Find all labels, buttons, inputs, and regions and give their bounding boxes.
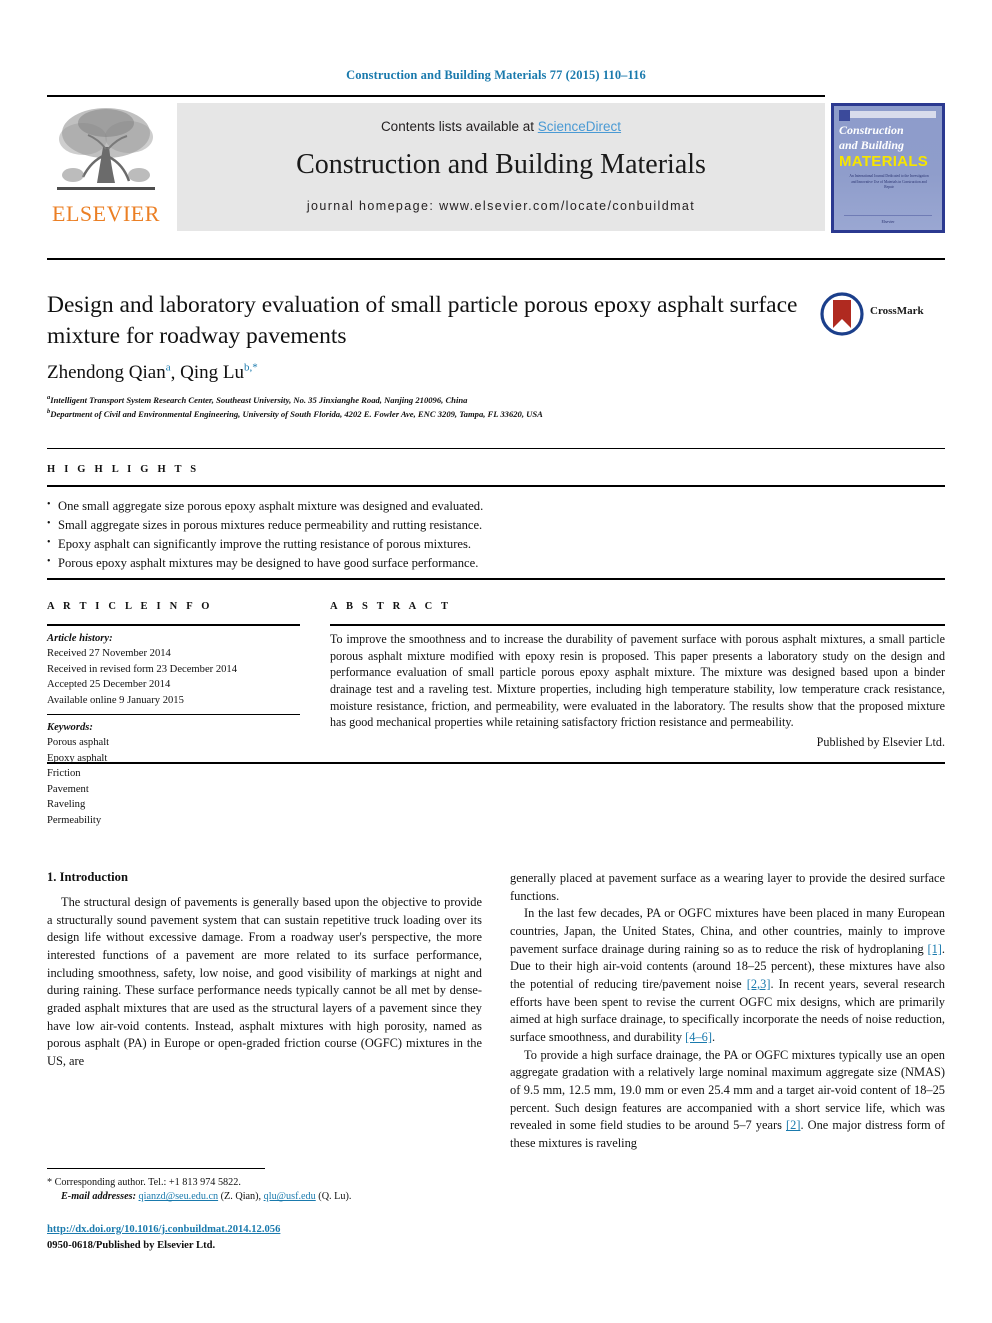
crossmark-icon xyxy=(820,292,864,336)
keywords-rule xyxy=(47,714,300,715)
article-info-rule xyxy=(47,624,300,626)
corresponding-author-line: * Corresponding author. Tel.: +1 813 974… xyxy=(47,1176,487,1190)
cover-top-bar xyxy=(840,111,936,118)
abstract-published-by: Published by Elsevier Ltd. xyxy=(816,735,945,749)
paragraph-part: . xyxy=(712,1030,716,1045)
author-list: Zhendong Qiana, Qing Lub,* xyxy=(47,362,258,384)
author-2: Qing Lub,* xyxy=(180,362,258,384)
article-info-heading: A R T I C L E I N F O xyxy=(47,601,213,612)
affiliation-a-text: Intelligent Transport System Research Ce… xyxy=(50,394,468,405)
email-line: E-mail addresses: qianzd@seu.edu.cn (Z. … xyxy=(47,1190,487,1204)
article-history: Article history: Received 27 November 20… xyxy=(47,631,312,708)
article-history-label: Article history: xyxy=(47,633,113,644)
list-item: Porous epoxy asphalt mixtures may be des… xyxy=(47,554,747,573)
paragraph: To provide a high surface drainage, the … xyxy=(510,1047,945,1153)
citation-ref-4-6[interactable]: [4–6] xyxy=(685,1030,712,1044)
abstract-bottom-rule xyxy=(47,762,945,764)
running-header: Construction and Building Materials 77 (… xyxy=(346,68,646,82)
doi-link[interactable]: http://dx.doi.org/10.1016/j.conbuildmat.… xyxy=(47,1224,280,1235)
abstract-rule xyxy=(330,624,945,626)
journal-homepage[interactable]: journal homepage: www.elsevier.com/locat… xyxy=(177,199,825,213)
contents-prefix: Contents lists available at xyxy=(380,119,538,134)
citation-ref-2-3[interactable]: [2,3] xyxy=(747,977,771,991)
article-history-item: Accepted 25 December 2014 xyxy=(47,679,171,691)
article-history-item: Received in revised form 23 December 201… xyxy=(47,663,238,675)
title-rule xyxy=(47,258,945,260)
keywords-block: Keywords: Porous asphalt Epoxy asphalt F… xyxy=(47,720,312,828)
paragraph: In the last few decades, PA or OGFC mixt… xyxy=(510,905,945,1046)
abstract-heading: A B S T R A C T xyxy=(330,601,452,612)
affiliation-b-text: Department of Civil and Environmental En… xyxy=(50,408,543,419)
cover-footer: Elsevier xyxy=(844,215,932,224)
keyword-item: Pavement xyxy=(47,783,89,795)
email-link-qian[interactable]: qianzd@seu.edu.cn xyxy=(139,1191,219,1202)
email-separator: , xyxy=(258,1191,262,1203)
article-history-item: Received 27 November 2014 xyxy=(47,648,171,660)
keywords-label: Keywords: xyxy=(47,722,93,733)
corresponding-author-note: * Corresponding author. Tel.: +1 813 974… xyxy=(47,1176,487,1205)
elsevier-wordmark: ELSEVIER xyxy=(52,201,160,226)
cover-line-2: and Building xyxy=(839,138,905,152)
journal-masthead: ELSEVIER Contents lists available at Sci… xyxy=(47,95,945,237)
keyword-item: Porous asphalt xyxy=(47,737,110,749)
highlights-list: One small aggregate size porous epoxy as… xyxy=(47,496,747,574)
elsevier-tree-icon xyxy=(57,108,155,190)
cover-line-1: Construction xyxy=(839,123,904,137)
corresponding-author-mark: * xyxy=(47,1177,53,1188)
keyword-item: Permeability xyxy=(47,814,102,826)
list-item: One small aggregate size porous epoxy as… xyxy=(47,496,747,516)
journal-cover-thumbnail: Construction and Building MATERIALS An I… xyxy=(831,103,945,233)
email-label: E-mail addresses: xyxy=(61,1191,136,1203)
body-column-left: The structural design of pavements is ge… xyxy=(47,894,482,1071)
page-title: Design and laboratory evaluation of smal… xyxy=(47,292,798,350)
elsevier-logo: ELSEVIER xyxy=(47,103,165,231)
cover-publisher-mark xyxy=(839,110,850,121)
affiliation-b: bDepartment of Civil and Environmental E… xyxy=(47,408,847,419)
paragraph: The structural design of pavements is ge… xyxy=(47,895,482,1069)
masthead-panel: Contents lists available at ScienceDirec… xyxy=(177,103,825,231)
email-owner-qian: (Z. Qian) xyxy=(220,1191,259,1203)
highlights-mid-rule xyxy=(47,485,945,487)
highlights-bottom-rule xyxy=(47,578,945,580)
email-period: . xyxy=(348,1191,352,1203)
highlights-top-rule xyxy=(47,448,945,449)
footnote-rule xyxy=(47,1168,265,1169)
cover-artwork: Construction and Building MATERIALS An I… xyxy=(834,106,942,230)
citation-ref-1[interactable]: [1] xyxy=(927,942,941,956)
affiliation-a: aIntelligent Transport System Research C… xyxy=(47,394,847,405)
issn-publisher-line: 0950-0618/Published by Elsevier Ltd. xyxy=(47,1240,216,1251)
crossmark-badge[interactable]: CrossMark xyxy=(820,292,932,338)
paper-page: Construction and Building Materials 77 (… xyxy=(0,0,992,1323)
author-2-affil-mark: b,* xyxy=(243,362,258,374)
masthead-top-rule xyxy=(47,95,825,97)
crossmark-label: CrossMark xyxy=(870,305,924,317)
highlights-heading: H I G H L I G H T S xyxy=(47,464,200,475)
cover-blurb: An International Journal Dedicated to th… xyxy=(849,174,929,190)
keyword-item: Raveling xyxy=(47,799,86,811)
cover-line-3: MATERIALS xyxy=(839,153,929,170)
keyword-item: Friction xyxy=(47,768,81,780)
sciencedirect-link[interactable]: ScienceDirect xyxy=(538,119,621,134)
article-history-item: Available online 9 January 2015 xyxy=(47,694,184,706)
section-heading-introduction: 1. Introduction xyxy=(47,870,128,884)
paragraph: generally placed at pavement surface as … xyxy=(510,871,945,903)
email-link-lu[interactable]: qlu@usf.edu xyxy=(264,1191,316,1202)
author-1: Zhendong Qiana xyxy=(47,362,171,384)
keyword-item: Epoxy asphalt xyxy=(47,752,108,764)
citation-ref-2[interactable]: [2] xyxy=(786,1118,800,1132)
email-owner-lu: (Q. Lu) xyxy=(318,1191,349,1203)
corresponding-author-text: Corresponding author. Tel.: +1 813 974 5… xyxy=(54,1177,241,1188)
abstract-text: To improve the smoothness and to increas… xyxy=(330,632,945,730)
contents-line: Contents lists available at ScienceDirec… xyxy=(177,119,825,134)
author-1-affil-mark: a xyxy=(165,362,171,374)
body-column-right: generally placed at pavement surface as … xyxy=(510,870,945,1153)
journal-title: Construction and Building Materials xyxy=(296,149,706,180)
list-item: Epoxy asphalt can significantly improve … xyxy=(47,535,747,554)
list-item: Small aggregate sizes in porous mixtures… xyxy=(47,516,747,535)
paragraph-part: In the last few decades, PA or OGFC mixt… xyxy=(510,906,945,956)
